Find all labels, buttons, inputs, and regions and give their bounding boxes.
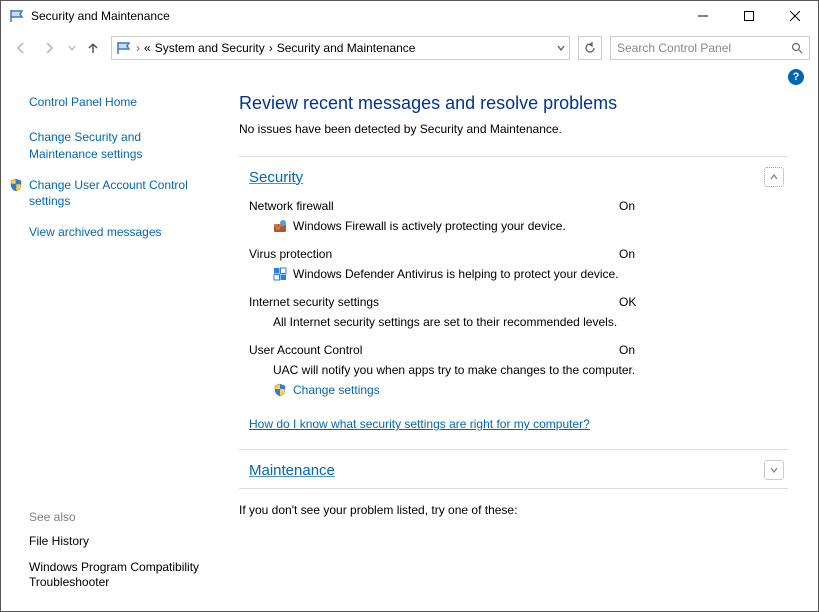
- maintenance-section-header[interactable]: Maintenance: [239, 449, 788, 489]
- security-title: Security: [249, 169, 303, 186]
- refresh-button[interactable]: [578, 36, 602, 60]
- main-content: Review recent messages and resolve probl…: [219, 89, 818, 611]
- control-panel-home-link[interactable]: Control Panel Home: [29, 95, 205, 109]
- sidebar: Control Panel Home Change Security and M…: [1, 89, 219, 611]
- internet-label: Internet security settings: [249, 295, 619, 309]
- security-section-header[interactable]: Security: [239, 156, 788, 195]
- search-icon[interactable]: [791, 42, 803, 54]
- expand-maintenance-button[interactable]: [764, 460, 784, 480]
- change-settings-label: Change settings: [293, 383, 380, 397]
- window-controls: [680, 1, 818, 31]
- uac-item: User Account Control On UAC will notify …: [239, 339, 788, 407]
- firewall-item: Network firewall On Windows Firewall is …: [239, 195, 788, 243]
- address-bar[interactable]: › « System and Security › Security and M…: [111, 36, 570, 60]
- collapse-security-button[interactable]: [764, 167, 784, 187]
- virus-desc: Windows Defender Antivirus is helping to…: [293, 267, 619, 281]
- virus-item: Virus protection On Windows Defender Ant…: [239, 243, 788, 291]
- internet-item: Internet security settings OK All Intern…: [239, 291, 788, 339]
- breadcrumb-seg1[interactable]: System and Security: [155, 41, 265, 55]
- chevron-down-icon[interactable]: [557, 44, 565, 52]
- breadcrumb[interactable]: « System and Security › Security and Mai…: [144, 41, 553, 55]
- breadcrumb-seg2[interactable]: Security and Maintenance: [277, 41, 416, 55]
- up-button[interactable]: [83, 36, 103, 60]
- see-also-heading: See also: [29, 510, 205, 524]
- page-heading: Review recent messages and resolve probl…: [239, 93, 788, 114]
- firewall-label: Network firewall: [249, 199, 619, 213]
- chevron-right-icon: ›: [269, 41, 273, 55]
- defender-icon: [273, 267, 287, 281]
- firewall-desc: Windows Firewall is actively protecting …: [293, 219, 566, 233]
- search-box[interactable]: [610, 36, 810, 60]
- shield-icon: [273, 383, 287, 397]
- recent-dropdown[interactable]: [65, 36, 79, 60]
- firewall-icon: [273, 219, 287, 233]
- minimize-button[interactable]: [680, 1, 726, 31]
- virus-label: Virus protection: [249, 247, 619, 261]
- change-uac-label: Change User Account Control settings: [29, 178, 188, 209]
- forward-button[interactable]: [37, 36, 61, 60]
- close-button[interactable]: [772, 1, 818, 31]
- try-one-text: If you don't see your problem listed, tr…: [239, 489, 788, 517]
- search-input[interactable]: [617, 41, 791, 55]
- titlebar: Security and Maintenance: [1, 1, 818, 31]
- firewall-status: On: [619, 199, 635, 213]
- uac-status: On: [619, 343, 635, 357]
- window-title: Security and Maintenance: [31, 9, 680, 23]
- virus-status: On: [619, 247, 635, 261]
- help-icon[interactable]: ?: [788, 69, 804, 85]
- breadcrumb-prefix: «: [144, 41, 151, 55]
- shield-icon: [9, 178, 23, 192]
- uac-change-settings-link[interactable]: Change settings: [249, 377, 788, 397]
- internet-desc: All Internet security settings are set t…: [273, 315, 617, 329]
- internet-status: OK: [619, 295, 636, 309]
- flag-icon: [9, 8, 25, 24]
- compat-troubleshooter-link[interactable]: Windows Program Compatibility Troublesho…: [29, 560, 205, 591]
- change-security-settings-link[interactable]: Change Security and Maintenance settings: [29, 129, 205, 163]
- file-history-link[interactable]: File History: [29, 534, 205, 550]
- uac-label: User Account Control: [249, 343, 619, 357]
- uac-desc: UAC will notify you when apps try to mak…: [273, 363, 635, 377]
- flag-icon: [116, 40, 132, 56]
- back-button[interactable]: [9, 36, 33, 60]
- maximize-button[interactable]: [726, 1, 772, 31]
- help-row: ?: [1, 65, 818, 89]
- navigation-bar: › « System and Security › Security and M…: [1, 31, 818, 65]
- no-issues-text: No issues have been detected by Security…: [239, 122, 788, 136]
- change-uac-settings-link[interactable]: Change User Account Control settings: [29, 177, 205, 211]
- security-help-link[interactable]: How do I know what security settings are…: [239, 407, 788, 449]
- chevron-right-icon: ›: [136, 41, 140, 55]
- maintenance-title: Maintenance: [249, 462, 335, 479]
- view-archived-messages-link[interactable]: View archived messages: [29, 224, 205, 241]
